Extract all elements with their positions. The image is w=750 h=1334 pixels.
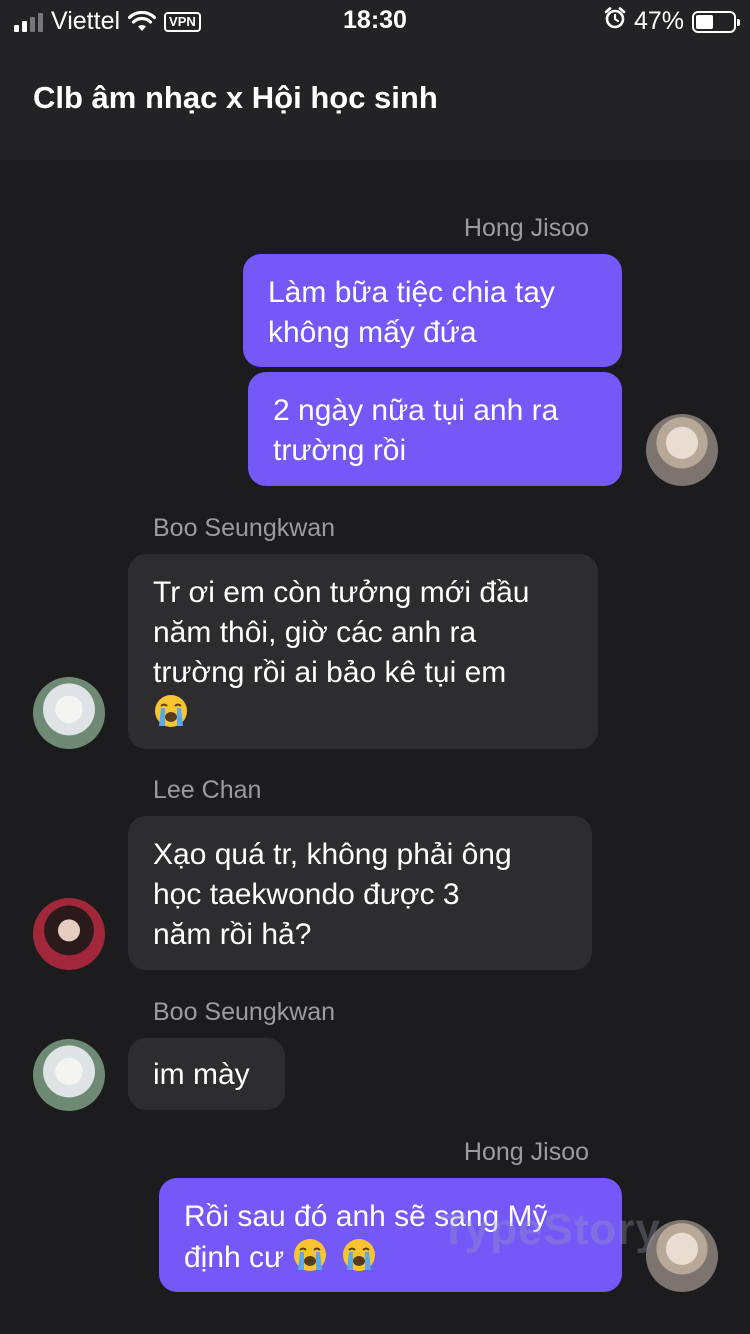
battery-level-fill — [696, 14, 713, 29]
watermark: TypeStory — [440, 1205, 661, 1254]
chat-header: Clb âm nhạc x Hội học sinh — [0, 42, 750, 160]
message-line: năm thôi, giờ các anh ra — [153, 616, 477, 649]
message-line: không mấy đứa — [268, 316, 477, 349]
message-line: trường rồi ai bảo kê tụi em — [153, 656, 507, 689]
status-bar: Viettel VPN 18:30 47% — [0, 0, 750, 42]
avatar-boo-seungkwan[interactable] — [33, 1039, 105, 1111]
message-emoji-line — [153, 693, 573, 734]
avatar-hong-jisoo[interactable] — [646, 414, 718, 486]
battery-icon — [692, 10, 740, 33]
sender-name: Hong Jisoo — [463, 214, 589, 242]
sender-name: Hong Jisoo — [463, 1138, 589, 1166]
chat-title[interactable]: Clb âm nhạc x Hội học sinh — [33, 80, 438, 116]
message-bubble-incoming[interactable]: im mày — [128, 1038, 285, 1110]
message-line: trường rồi — [273, 434, 407, 467]
message-bubble-incoming[interactable]: Xạo quá tr, không phải ông học taekwondo… — [128, 816, 592, 970]
avatar-boo-seungkwan[interactable] — [33, 677, 105, 749]
avatar-lee-chan[interactable] — [33, 898, 105, 970]
status-right: 47% — [604, 7, 740, 36]
loudly-crying-face-emoji — [342, 1239, 375, 1271]
message-line: Làm bữa tiệc chia tay — [268, 276, 555, 309]
sender-name: Boo Seungkwan — [153, 998, 336, 1026]
battery-percent: 47% — [633, 7, 684, 35]
message-line: năm rồi hả? — [153, 918, 312, 951]
message-line: 2 ngày nữa tụi anh ra — [273, 394, 559, 427]
message-line: Xạo quá tr, không phải ông — [153, 838, 512, 871]
message-bubble-incoming[interactable]: Tr ơi em còn tưởng mới đầu năm thôi, giờ… — [128, 554, 598, 749]
message-line: học taekwondo được 3 — [153, 878, 460, 911]
message-bubble-outgoing[interactable]: Làm bữa tiệc chia tay không mấy đứa — [243, 254, 622, 367]
loudly-crying-face-emoji — [155, 695, 187, 727]
message-line: im mày — [153, 1058, 250, 1091]
sender-name: Lee Chan — [153, 776, 262, 804]
sender-name: Boo Seungkwan — [153, 514, 336, 542]
message-line: định cư — [184, 1241, 285, 1274]
message-bubble-outgoing[interactable]: 2 ngày nữa tụi anh ra trường rồi — [248, 372, 622, 486]
message-line: Tr ơi em còn tưởng mới đầu — [153, 576, 530, 609]
alarm-clock-icon — [604, 7, 626, 36]
loudly-crying-face-emoji — [294, 1239, 327, 1271]
